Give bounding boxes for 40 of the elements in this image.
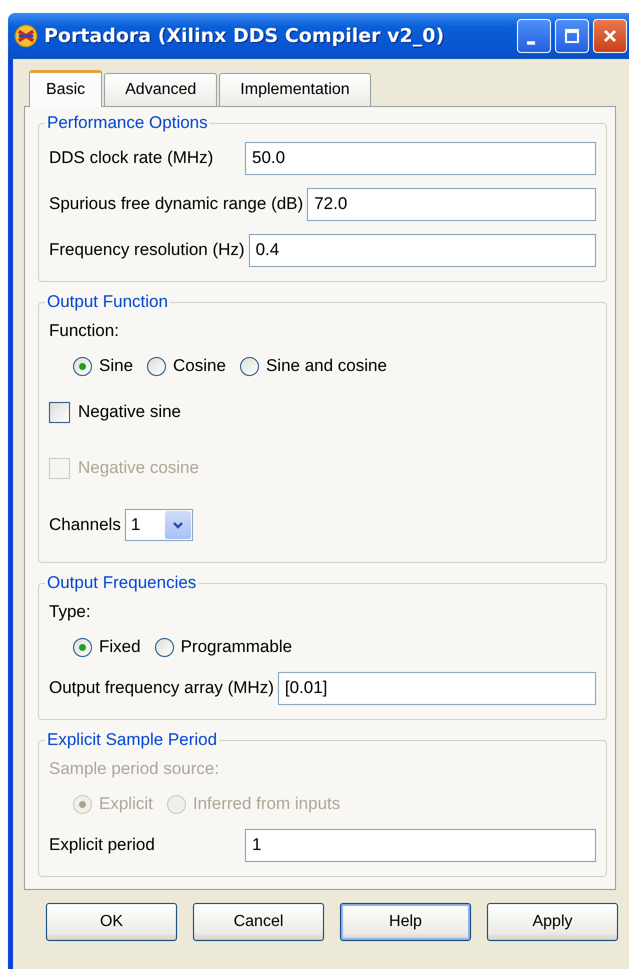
input-field[interactable]: 1 [245,828,596,862]
channels-dropdown[interactable]: 1 [124,509,193,541]
radio-option[interactable]: Fixed [73,637,141,657]
dialog-button[interactable]: Cancel [193,903,324,941]
input-field[interactable]: 0.4 [248,234,596,266]
tab[interactable]: Basic [29,70,102,107]
field-label: Channels [49,515,121,535]
field-label: DDS clock rate (MHz) [49,148,214,168]
input-field[interactable]: 50.0 [245,142,596,174]
radio-option[interactable]: Sine and cosine [240,356,387,376]
dialog-button[interactable]: Help [340,903,471,941]
input-field[interactable]: 72.0 [307,188,596,220]
tab[interactable]: Implementation [219,73,371,106]
dialog-button[interactable]: OK [46,903,177,941]
group-title: Explicit Sample Period [46,730,218,750]
minimize-icon [527,40,535,44]
window-title: Portadora (Xilinx DDS Compiler v2_0) [44,25,444,47]
close-button[interactable] [593,19,627,53]
tab[interactable]: Advanced [104,73,218,106]
minimize-button[interactable] [517,19,551,53]
group-title: Performance Options [46,113,209,133]
field-label: Output frequency array (MHz) [49,678,275,698]
app-icon [14,24,38,48]
checkbox[interactable]: Negative sine [49,402,182,422]
field-label: Frequency resolution (Hz) [49,240,246,260]
field-label: Explicit period [49,835,156,855]
group-label: Sample period source: [49,759,220,779]
field-label: Spurious free dynamic range (dB) [49,194,304,214]
dialog-button[interactable]: Apply [487,903,618,941]
group-label: Function: [49,321,119,341]
radio-option[interactable]: Programmable [154,637,292,657]
maximize-button[interactable] [555,19,589,53]
input-field[interactable]: [0.01] [278,672,596,704]
radio-option[interactable]: Cosine [147,356,226,376]
maximize-icon [562,26,582,46]
group-title: Output Function [46,292,169,312]
group-label: Type: [49,602,91,622]
caret-icon [172,519,184,531]
group-title: Output Frequencies [46,573,198,593]
radio-option[interactable]: Sine [73,356,134,376]
